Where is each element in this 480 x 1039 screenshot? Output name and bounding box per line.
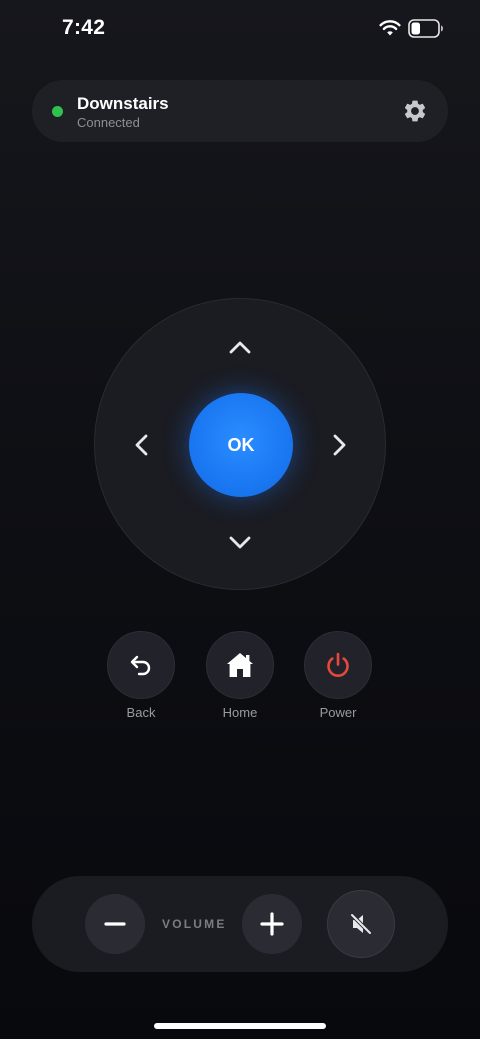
home-icon xyxy=(227,653,253,677)
dpad-left-button[interactable] xyxy=(117,420,167,470)
volume-up-button[interactable] xyxy=(242,894,302,954)
back-control: Back xyxy=(107,631,175,720)
back-label: Back xyxy=(126,705,156,720)
device-connection-status: Connected xyxy=(77,115,140,130)
back-button[interactable] xyxy=(107,631,175,699)
power-icon xyxy=(327,652,349,677)
back-arrow-icon xyxy=(130,655,151,676)
minus-icon xyxy=(104,922,126,926)
mute-button[interactable] xyxy=(327,890,395,958)
device-card[interactable]: Downstairs Connected xyxy=(32,80,448,142)
home-button[interactable] xyxy=(206,631,274,699)
settings-button[interactable] xyxy=(400,96,430,126)
chevron-right-icon xyxy=(333,434,346,456)
dpad-down-button[interactable] xyxy=(215,517,265,567)
ok-button[interactable]: OK xyxy=(189,393,293,497)
device-name: Downstairs xyxy=(77,94,169,113)
home-control: Home xyxy=(206,631,274,720)
chevron-left-icon xyxy=(135,434,148,456)
wifi-icon xyxy=(379,20,401,36)
dpad-right-button[interactable] xyxy=(314,420,364,470)
battery-icon xyxy=(408,19,443,38)
connection-status-dot xyxy=(52,106,63,117)
chevron-down-icon xyxy=(229,536,251,549)
plus-icon xyxy=(260,912,284,936)
speaker-muted-icon xyxy=(350,913,372,935)
status-time: 7:42 xyxy=(62,16,106,39)
volume-bar: VOLUME xyxy=(32,876,448,972)
volume-down-button[interactable] xyxy=(85,894,145,954)
home-label: Home xyxy=(222,705,258,720)
dpad-up-button[interactable] xyxy=(215,323,265,373)
power-button[interactable] xyxy=(304,631,372,699)
gear-icon xyxy=(404,100,426,122)
home-indicator[interactable] xyxy=(154,1023,326,1029)
power-label: Power xyxy=(319,705,357,720)
power-control: Power xyxy=(304,631,372,720)
dpad: OK xyxy=(94,298,386,590)
volume-label: VOLUME xyxy=(162,917,227,931)
chevron-up-icon xyxy=(229,341,251,354)
status-bar: 7:42 xyxy=(0,0,480,56)
